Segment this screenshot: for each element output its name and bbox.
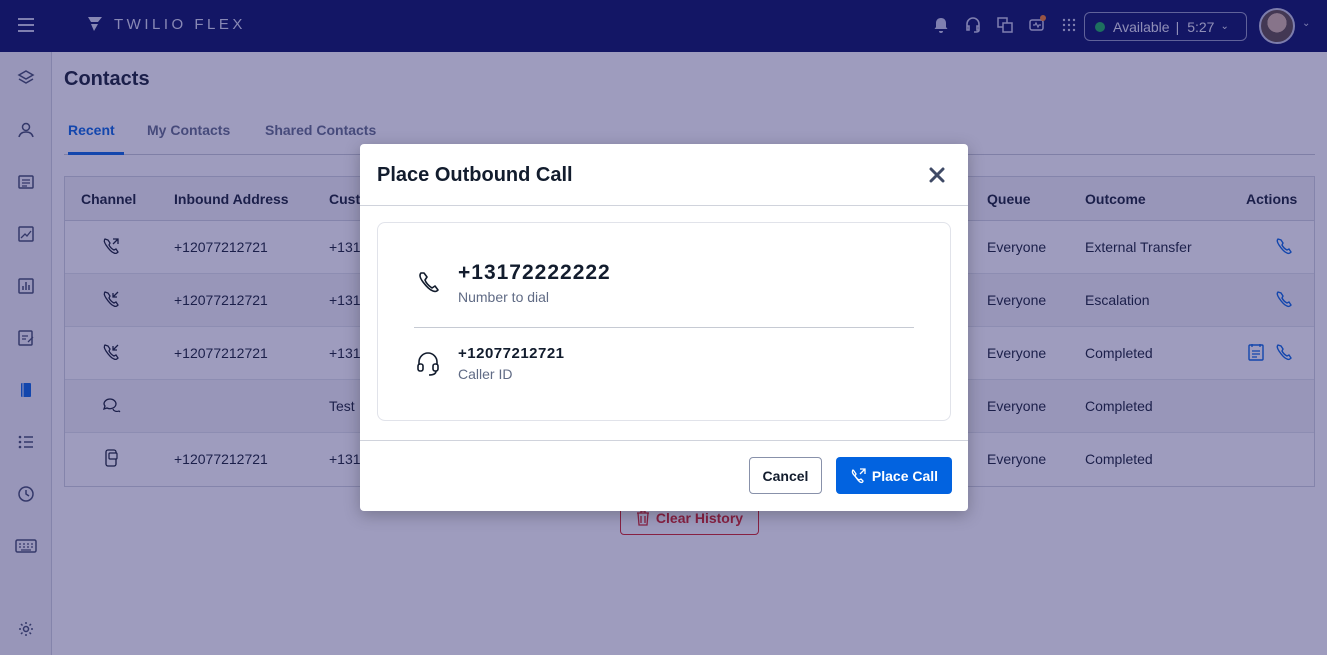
headset-icon [417, 352, 439, 376]
place-call-button[interactable]: Place Call [836, 457, 952, 494]
divider [414, 327, 914, 328]
phone-icon [419, 272, 439, 293]
modal-header: Place Outbound Call [360, 144, 968, 206]
place-call-label: Place Call [871, 467, 939, 484]
modal-title: Place Outbound Call [377, 164, 573, 186]
modal-footer: Cancel Place Call [360, 440, 968, 511]
outbound-call-icon [851, 467, 866, 483]
number-to-dial-label: Number to dial [458, 289, 550, 305]
close-icon[interactable] [926, 164, 948, 186]
place-outbound-call-dialog: Place Outbound Call +13172222222 Number … [360, 144, 968, 511]
cancel-button[interactable]: Cancel [749, 457, 822, 494]
caller-id-label: Caller ID [458, 366, 513, 382]
caller-id-number: +12077212721 [458, 345, 565, 362]
call-details-card: +13172222222 Number to dial +12077212721… [377, 222, 951, 421]
number-to-dial: +13172222222 [458, 261, 611, 284]
